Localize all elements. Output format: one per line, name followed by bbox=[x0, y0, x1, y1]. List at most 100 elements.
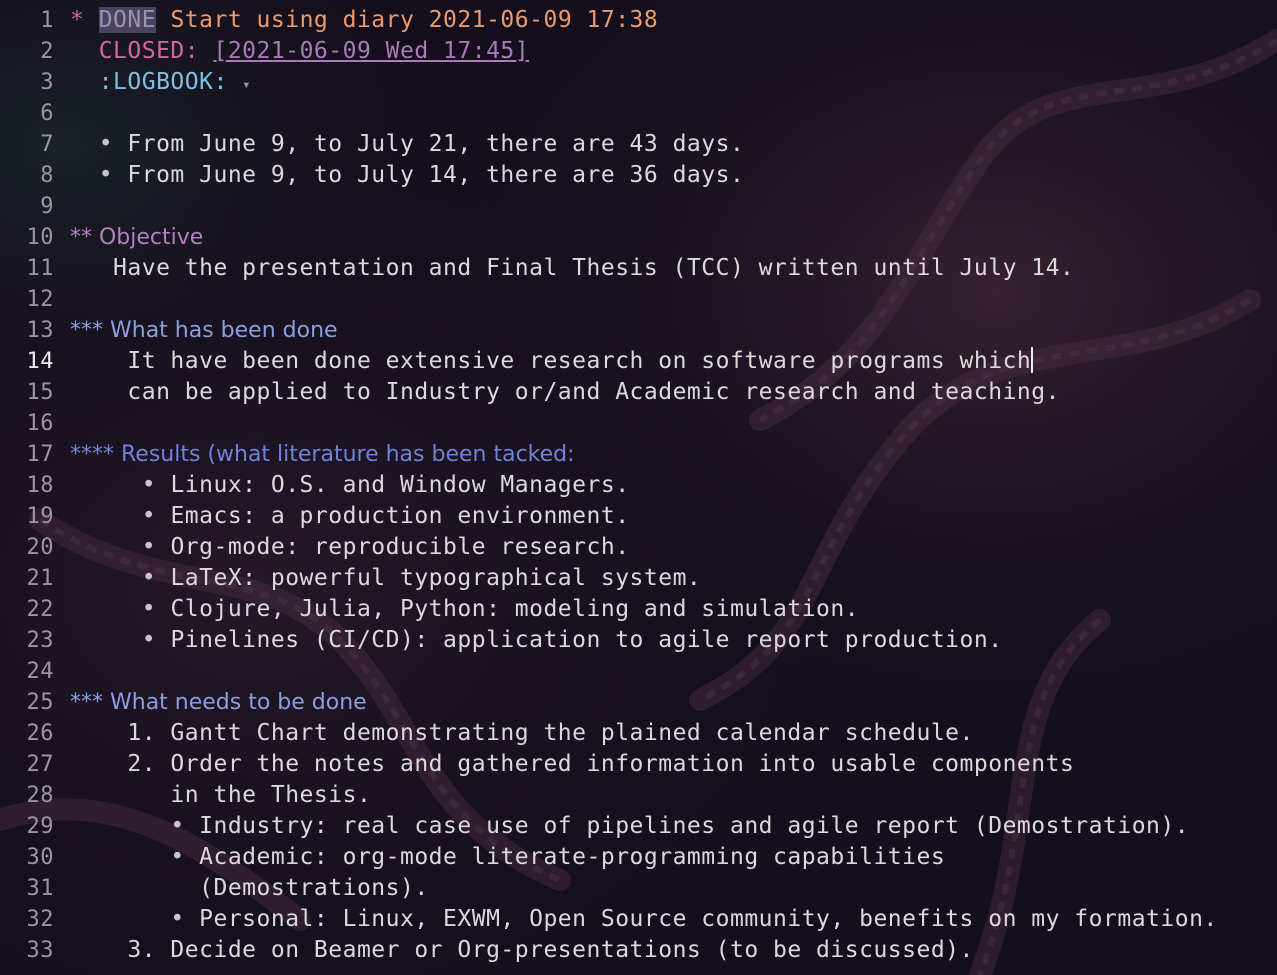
fold-arrow-icon[interactable]: ▾ bbox=[242, 77, 251, 93]
bullet-icon: • bbox=[70, 162, 128, 188]
editor-line[interactable]: 16 bbox=[0, 408, 1277, 439]
heading-text: ** Objective bbox=[70, 225, 204, 250]
line-content[interactable]: in the Thesis. bbox=[70, 780, 371, 811]
editor-line[interactable]: 2 CLOSED: [2021-06-09 Wed 17:45] bbox=[0, 36, 1277, 67]
line-number: 27 bbox=[26, 752, 54, 777]
line-number: 28 bbox=[26, 783, 54, 808]
editor-line[interactable]: 12 bbox=[0, 284, 1277, 315]
editor-line[interactable]: 18 • Linux: O.S. and Window Managers. bbox=[0, 470, 1277, 501]
line-content[interactable]: *** What has been done bbox=[70, 315, 338, 346]
line-content[interactable]: • From June 9, to July 21, there are 43 … bbox=[70, 129, 744, 160]
heading-text: *** What has been done bbox=[70, 318, 338, 343]
line-content[interactable]: (Demostrations). bbox=[70, 873, 429, 904]
bullet-icon: • bbox=[70, 565, 171, 591]
bullet-icon: • bbox=[70, 596, 171, 622]
line-number: 17 bbox=[26, 442, 54, 467]
editor-line[interactable]: 3 :LOGBOOK: ▾ bbox=[0, 67, 1277, 98]
line-content[interactable]: • Pinelines (CI/CD): application to agil… bbox=[70, 625, 1003, 656]
line-content[interactable]: • Emacs: a production environment. bbox=[70, 501, 630, 532]
line-content[interactable]: 3. Decide on Beamer or Org-presentations… bbox=[70, 935, 974, 966]
editor-line[interactable]: 13 *** What has been done bbox=[0, 315, 1277, 346]
bullet-icon: • bbox=[70, 472, 171, 498]
editor-line[interactable]: 6 bbox=[0, 98, 1277, 129]
editor-line[interactable]: 33 3. Decide on Beamer or Org-presentati… bbox=[0, 935, 1277, 966]
line-content[interactable]: * DONE Start using diary 2021-06-09 17:3… bbox=[70, 5, 658, 36]
line-content[interactable]: • Linux: O.S. and Window Managers. bbox=[70, 470, 630, 501]
editor-line[interactable]: 32 • Personal: Linux, EXWM, Open Source … bbox=[0, 904, 1277, 935]
line-content[interactable]: • Clojure, Julia, Python: modeling and s… bbox=[70, 594, 859, 625]
line-number: 1 bbox=[40, 8, 54, 33]
line-number: 22 bbox=[26, 597, 54, 622]
editor-line[interactable]: 20 • Org-mode: reproducible research. bbox=[0, 532, 1277, 563]
line-content[interactable]: Have the presentation and Final Thesis (… bbox=[70, 253, 1074, 284]
line-number: 14 bbox=[26, 349, 54, 374]
text-segment: 2. Order the notes and gathered informat… bbox=[70, 751, 1075, 777]
closed-keyword: CLOSED: bbox=[70, 38, 214, 64]
line-number: 12 bbox=[26, 287, 54, 312]
line-content[interactable]: 2. Order the notes and gathered informat… bbox=[70, 749, 1074, 780]
line-content[interactable]: • Industry: real case use of pipelines a… bbox=[70, 811, 1189, 842]
editor-line[interactable]: 17 **** Results (what literature has been… bbox=[0, 439, 1277, 470]
editor-line[interactable]: 31 (Demostrations). bbox=[0, 873, 1277, 904]
text-segment: Org-mode: reproducible research. bbox=[170, 534, 630, 560]
todo-keyword-done: DONE bbox=[98, 7, 157, 33]
text-segment: It have been done extensive research on … bbox=[70, 348, 1032, 374]
editor-line[interactable]: 9 bbox=[0, 191, 1277, 222]
line-number: 15 bbox=[26, 380, 54, 405]
line-content[interactable]: can be applied to Industry or/and Academ… bbox=[70, 377, 1060, 408]
editor-line[interactable]: 28 in the Thesis. bbox=[0, 780, 1277, 811]
line-number: 30 bbox=[26, 845, 54, 870]
editor-line[interactable]: 1 * DONE Start using diary 2021-06-09 17:… bbox=[0, 5, 1277, 36]
org-mode-editor-buffer[interactable]: 1 * DONE Start using diary 2021-06-09 17:… bbox=[0, 5, 1277, 975]
line-number: 11 bbox=[26, 256, 54, 281]
line-number: 18 bbox=[26, 473, 54, 498]
line-content[interactable]: **** Results (what literature has been t… bbox=[70, 439, 575, 470]
line-number: 10 bbox=[26, 225, 54, 250]
line-number: 2 bbox=[40, 39, 54, 64]
editor-line[interactable]: 25 *** What needs to be done bbox=[0, 687, 1277, 718]
editor-line[interactable]: 19 • Emacs: a production environment. bbox=[0, 501, 1277, 532]
text-segment: Emacs: a production environment. bbox=[170, 503, 630, 529]
editor-line[interactable]: 24 bbox=[0, 656, 1277, 687]
text-segment: Academic: org-mode literate-programming … bbox=[199, 844, 946, 870]
editor-line[interactable]: 15 can be applied to Industry or/and Aca… bbox=[0, 377, 1277, 408]
line-number: 13 bbox=[26, 318, 54, 343]
editor-line[interactable]: 14 It have been done extensive research … bbox=[0, 346, 1277, 377]
line-number: 33 bbox=[26, 938, 54, 963]
line-content[interactable]: • Org-mode: reproducible research. bbox=[70, 532, 630, 563]
bullet-icon: • bbox=[70, 844, 200, 870]
editor-line[interactable]: 29 • Industry: real case use of pipeline… bbox=[0, 811, 1277, 842]
editor-line[interactable]: 27 2. Order the notes and gathered infor… bbox=[0, 749, 1277, 780]
editor-line[interactable]: 21 • LaTeX: powerful typographical syste… bbox=[0, 563, 1277, 594]
heading-text: Start using diary 2021-06-09 17:38 bbox=[156, 7, 659, 33]
line-content[interactable]: *** What needs to be done bbox=[70, 687, 367, 718]
line-content[interactable]: ** Objective bbox=[70, 222, 203, 253]
line-number: 3 bbox=[40, 70, 54, 95]
text-segment: in the Thesis. bbox=[70, 782, 372, 808]
line-content[interactable]: :LOGBOOK: ▾ bbox=[70, 67, 251, 101]
logbook-drawer[interactable]: :LOGBOOK: bbox=[70, 69, 242, 95]
bullet-icon: • bbox=[70, 131, 128, 157]
editor-line[interactable]: 7 • From June 9, to July 21, there are 4… bbox=[0, 129, 1277, 160]
editor-line[interactable]: 30 • Academic: org-mode literate-program… bbox=[0, 842, 1277, 873]
timestamp-link[interactable]: [2021-06-09 Wed 17:45] bbox=[213, 38, 529, 64]
line-content[interactable]: • LaTeX: powerful typographical system. bbox=[70, 563, 701, 594]
editor-line[interactable]: 22 • Clojure, Julia, Python: modeling an… bbox=[0, 594, 1277, 625]
editor-line[interactable]: 23 • Pinelines (CI/CD): application to a… bbox=[0, 625, 1277, 656]
bullet-icon: • bbox=[70, 906, 200, 932]
editor-line[interactable]: 11 Have the presentation and Final Thesi… bbox=[0, 253, 1277, 284]
line-number: 8 bbox=[40, 163, 54, 188]
line-number: 20 bbox=[26, 535, 54, 560]
editor-line[interactable]: 10 ** Objective bbox=[0, 222, 1277, 253]
line-content[interactable]: • From June 9, to July 14, there are 36 … bbox=[70, 160, 744, 191]
line-content[interactable]: • Academic: org-mode literate-programmin… bbox=[70, 842, 945, 873]
line-content[interactable]: It have been done extensive research on … bbox=[70, 346, 1034, 377]
heading-star: * bbox=[70, 7, 99, 33]
line-number: 23 bbox=[26, 628, 54, 653]
line-content[interactable]: CLOSED: [2021-06-09 Wed 17:45] bbox=[70, 36, 529, 67]
line-content[interactable]: 1. Gantt Chart demonstrating the plained… bbox=[70, 718, 974, 749]
editor-line[interactable]: 26 1. Gantt Chart demonstrating the plai… bbox=[0, 718, 1277, 749]
editor-line[interactable]: 8 • From June 9, to July 14, there are 3… bbox=[0, 160, 1277, 191]
line-content[interactable]: • Personal: Linux, EXWM, Open Source com… bbox=[70, 904, 1218, 935]
line-number: 6 bbox=[40, 101, 54, 126]
